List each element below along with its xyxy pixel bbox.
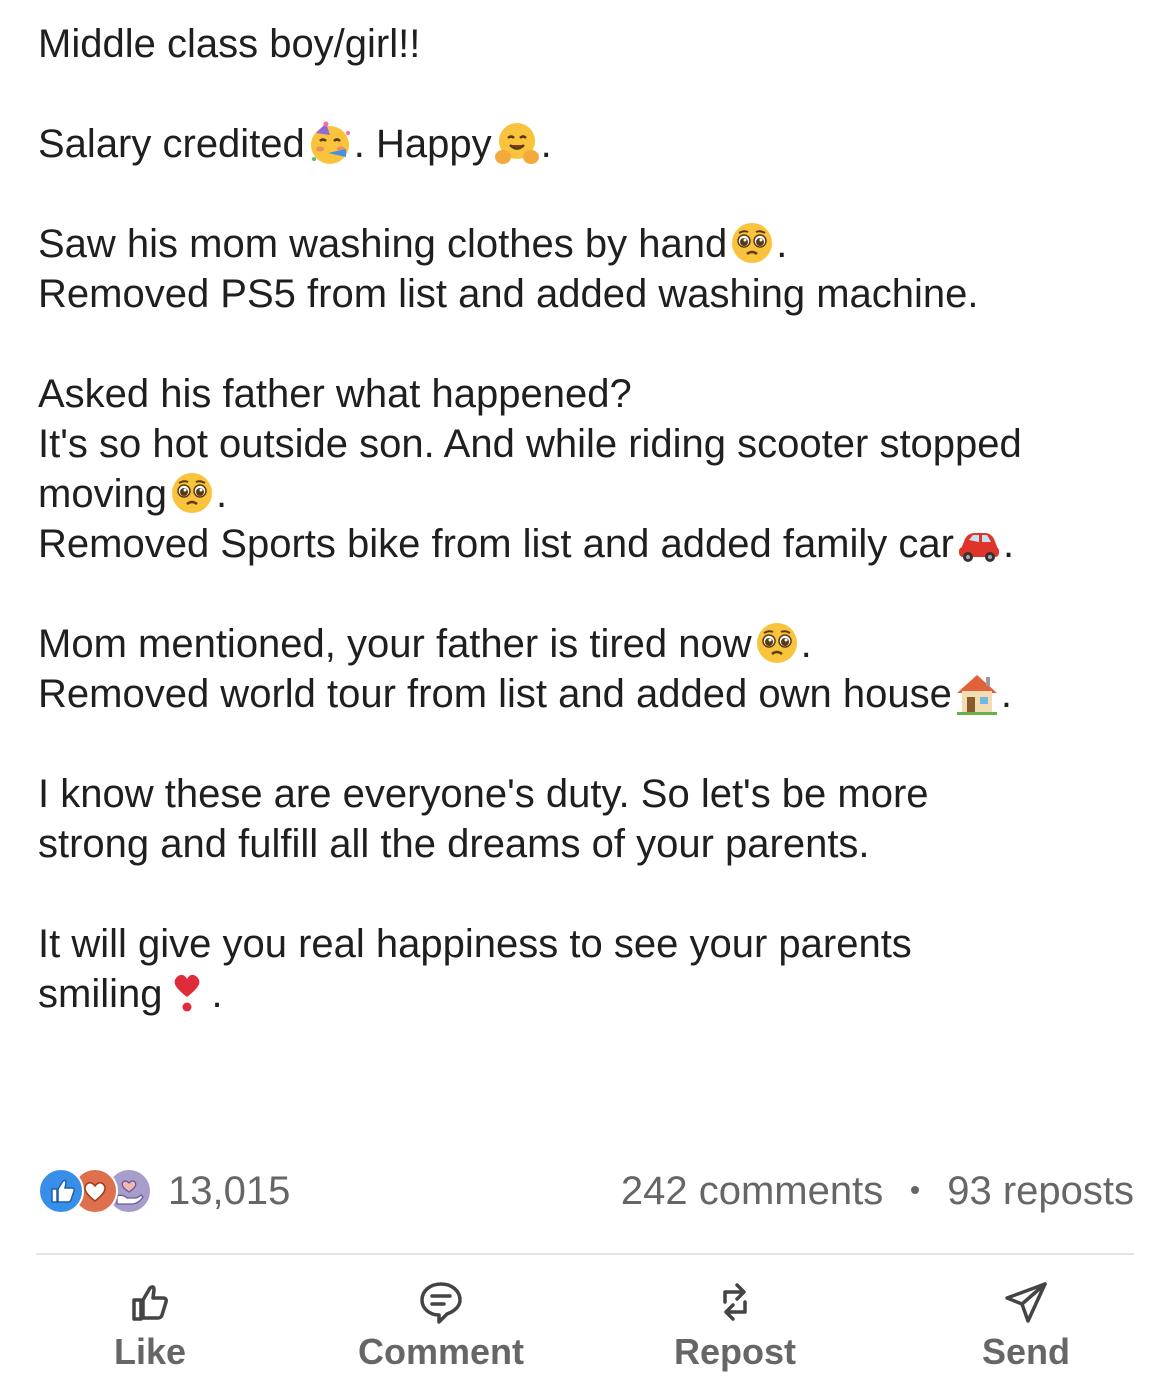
separator-dot xyxy=(911,1186,920,1194)
post-line: Saw his mom washing clothes by hand . xyxy=(38,219,1148,269)
hugging-face-icon xyxy=(493,119,541,167)
social-counts-bar: 13,015 242 comments 93 reposts xyxy=(36,1160,1134,1220)
speech-bubble-icon xyxy=(417,1278,465,1326)
thumbs-up-icon xyxy=(126,1278,174,1326)
comments-count-link[interactable]: 242 comments xyxy=(621,1169,883,1213)
partying-face-icon xyxy=(306,119,354,167)
paper-plane-icon xyxy=(1002,1278,1050,1326)
post-text: Middle class boy/girl!! Salary credited … xyxy=(38,19,1148,1019)
comments-reposts: 242 comments 93 reposts xyxy=(621,1166,1134,1216)
reaction-count[interactable]: 13,015 xyxy=(168,1166,290,1216)
post-line: moving . xyxy=(38,469,1148,519)
post-line: Mom mentioned, your father is tired now … xyxy=(38,619,1148,669)
post-line: smiling . xyxy=(38,969,1148,1019)
post-line: Middle class boy/girl!! xyxy=(38,22,421,66)
post-line: Asked his father what happened? xyxy=(38,372,632,416)
post-line: Salary credited . Happy . xyxy=(38,119,1148,169)
like-button[interactable]: Like xyxy=(40,1272,260,1380)
red-car-icon xyxy=(955,519,1003,567)
post-action-bar: Like Comment Repost Send xyxy=(0,1272,1170,1382)
divider xyxy=(36,1253,1134,1255)
repost-button[interactable]: Repost xyxy=(625,1272,845,1380)
send-button[interactable]: Send xyxy=(916,1272,1136,1380)
like-reaction-icon xyxy=(38,1168,84,1214)
repost-arrows-icon xyxy=(711,1278,759,1326)
post-line: It will give you real happiness to see y… xyxy=(38,922,912,966)
pleading-face-icon xyxy=(168,469,216,517)
post-line: Removed world tour from list and added o… xyxy=(38,669,1148,719)
send-label: Send xyxy=(981,1331,1070,1372)
reposts-count-link[interactable]: 93 reposts xyxy=(947,1169,1134,1213)
pleading-face-icon xyxy=(753,619,801,667)
post-line: Removed Sports bike from list and added … xyxy=(38,519,1148,569)
post-line: It's so hot outside son. And while ridin… xyxy=(38,422,1022,466)
repost-label: Repost xyxy=(673,1331,796,1372)
post-line: Removed PS5 from list and added washing … xyxy=(38,272,979,316)
house-icon xyxy=(953,669,1001,717)
reaction-icons[interactable] xyxy=(38,1168,156,1214)
comment-button[interactable]: Comment xyxy=(331,1272,551,1380)
red-exclamation-icon xyxy=(163,969,211,1017)
like-label: Like xyxy=(113,1331,187,1372)
pleading-face-icon xyxy=(728,219,776,267)
comment-label: Comment xyxy=(357,1331,524,1372)
post-line: I know these are everyone's duty. So let… xyxy=(38,772,929,816)
post-line: strong and fulfill all the dreams of you… xyxy=(38,822,870,866)
